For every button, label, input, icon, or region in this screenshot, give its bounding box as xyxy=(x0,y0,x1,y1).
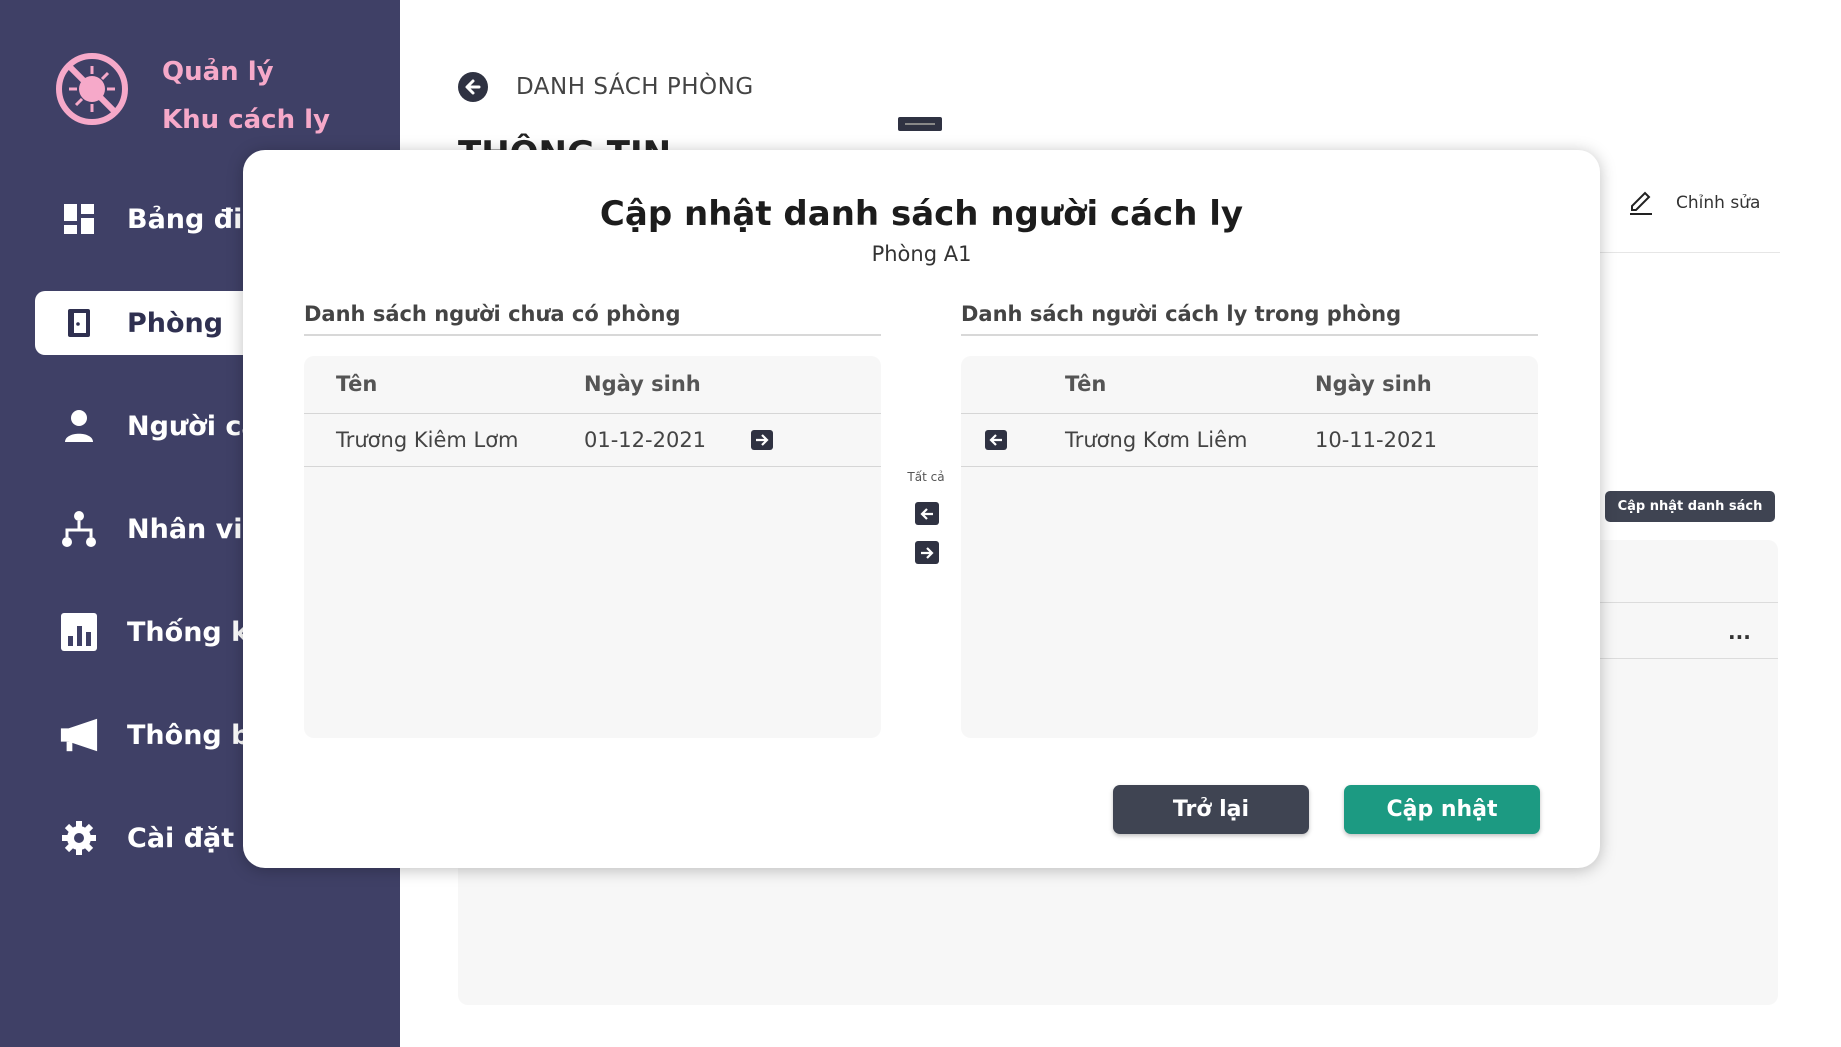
person-name: Trương Kiêm Lơm xyxy=(336,428,519,452)
column-header-dob: Ngày sinh xyxy=(584,372,701,396)
person-dob: 10-11-2021 xyxy=(1315,428,1438,452)
arrow-left-icon xyxy=(989,434,1002,446)
megaphone-icon xyxy=(59,715,99,755)
room-members-modal-table: Tên Ngày sinh Trương Kơm Liêm 10-11-2021 xyxy=(961,356,1538,738)
back-to-room-list[interactable]: DANH SÁCH PHÒNG xyxy=(458,72,754,102)
edit-button[interactable]: Chỉnh sửa xyxy=(1628,190,1760,216)
update-button[interactable]: Cập nhật xyxy=(1344,785,1540,834)
arrow-right-icon xyxy=(921,546,934,559)
modal-subtitle: Phòng A1 xyxy=(871,242,972,266)
room-members-list-section: Danh sách người cách ly trong phòng Tên … xyxy=(961,302,1538,738)
table-header: Tên Ngày sinh xyxy=(961,356,1538,414)
unassigned-list-heading: Danh sách người chưa có phòng xyxy=(304,302,881,336)
bar-chart-icon xyxy=(59,612,99,652)
unassigned-list-section: Danh sách người chưa có phòng Tên Ngày s… xyxy=(304,302,881,738)
update-quarantine-list-modal: Cập nhật danh sách người cách ly Phòng A… xyxy=(243,150,1600,868)
arrow-left-icon[interactable] xyxy=(458,72,488,102)
column-header-name: Tên xyxy=(336,372,378,396)
brand-line-1: Quản lý xyxy=(162,57,274,87)
table-row[interactable]: Trương Kơm Liêm 10-11-2021 xyxy=(961,414,1538,467)
door-icon xyxy=(59,303,99,343)
move-all-left-button[interactable] xyxy=(915,502,939,525)
sidebar-item-label: Phòng xyxy=(127,307,224,339)
back-button[interactable]: Trở lại xyxy=(1113,785,1309,834)
pencil-icon xyxy=(1630,191,1652,215)
breadcrumb[interactable]: DANH SÁCH PHÒNG xyxy=(516,74,754,100)
edit-label: Chỉnh sửa xyxy=(1676,193,1761,213)
brand-title: Quản lý Khu cách ly xyxy=(162,48,362,144)
more-options-button[interactable]: ... xyxy=(1728,620,1751,644)
sidebar-item-label: Cài đặt xyxy=(127,822,235,854)
move-right-button[interactable] xyxy=(751,430,773,450)
drag-handle xyxy=(898,117,942,131)
brand: Quản lý Khu cách ly xyxy=(55,52,330,135)
person-name: Trương Kơm Liêm xyxy=(1065,428,1248,452)
arrow-left-icon xyxy=(920,507,933,520)
arrow-right-icon xyxy=(756,434,769,446)
move-all-right-button[interactable] xyxy=(915,541,939,564)
move-left-button[interactable] xyxy=(985,430,1007,450)
column-header-dob: Ngày sinh xyxy=(1315,372,1432,396)
all-label: Tất cả xyxy=(907,470,945,484)
unassigned-table: Tên Ngày sinh Trương Kiêm Lơm 01-12-2021 xyxy=(304,356,881,738)
gear-icon xyxy=(59,818,99,858)
brand-line-2: Khu cách ly xyxy=(162,105,331,135)
update-list-button[interactable]: Cập nhật danh sách xyxy=(1605,491,1775,522)
move-all-controls: Tất cả xyxy=(901,470,951,564)
person-icon xyxy=(59,406,99,446)
divider xyxy=(1595,252,1780,253)
column-header-name: Tên xyxy=(1065,372,1107,396)
table-row[interactable]: Trương Kiêm Lơm 01-12-2021 xyxy=(304,414,881,467)
org-chart-icon xyxy=(59,509,99,549)
dashboard-icon xyxy=(59,199,99,239)
table-header: Tên Ngày sinh xyxy=(304,356,881,414)
virus-blocked-icon xyxy=(56,53,128,125)
modal-title: Cập nhật danh sách người cách ly xyxy=(599,194,1244,234)
room-members-list-heading: Danh sách người cách ly trong phòng xyxy=(961,302,1538,336)
person-dob: 01-12-2021 xyxy=(584,428,707,452)
